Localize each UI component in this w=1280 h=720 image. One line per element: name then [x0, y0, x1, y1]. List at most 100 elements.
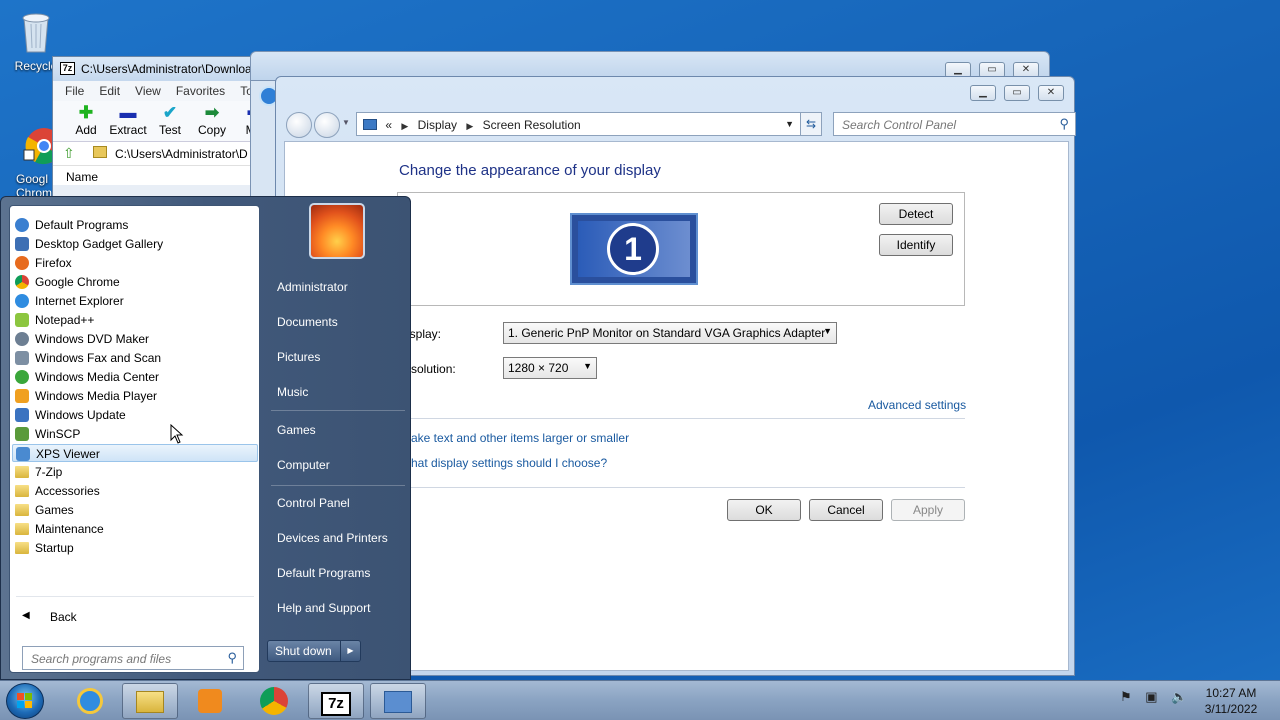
- program-google-chrome[interactable]: Google Chrome: [12, 273, 258, 291]
- default-programs-icon: [15, 218, 29, 232]
- program-label: XPS Viewer: [36, 447, 100, 461]
- test-button[interactable]: ✔ Test: [149, 101, 191, 141]
- control-panel-icon: [363, 119, 377, 130]
- arrow-right-icon: ➡: [204, 103, 220, 122]
- program-label: Desktop Gadget Gallery: [35, 237, 164, 251]
- add-button[interactable]: ✚ Add: [65, 101, 107, 141]
- taskbar-explorer[interactable]: [122, 683, 178, 719]
- apply-button[interactable]: Apply: [891, 499, 965, 521]
- clock-time: 10:27 AM: [1205, 686, 1257, 700]
- breadcrumb-display[interactable]: Display: [418, 118, 457, 132]
- start-item-documents[interactable]: Documents: [277, 315, 338, 329]
- chrome-icon: [23, 128, 62, 165]
- ok-button[interactable]: OK: [727, 499, 801, 521]
- start-item-games[interactable]: Games: [277, 423, 316, 437]
- cp-close-button[interactable]: ✕: [1038, 85, 1064, 101]
- shutdown-options-arrow-icon[interactable]: ▶: [340, 641, 360, 661]
- program-firefox[interactable]: Firefox: [12, 254, 258, 272]
- start-item-administrator[interactable]: Administrator: [277, 280, 348, 294]
- menu-file[interactable]: File: [65, 81, 91, 101]
- program-desktop-gadget-gallery[interactable]: Desktop Gadget Gallery: [12, 235, 258, 253]
- trash-icon: [22, 13, 50, 53]
- folder-icon: [15, 504, 29, 516]
- refresh-button[interactable]: ⇆: [800, 112, 822, 136]
- menu-favorites[interactable]: Favorites: [176, 81, 232, 101]
- program-windows-media-player[interactable]: Windows Media Player: [12, 387, 258, 405]
- folder-maintenance[interactable]: Maintenance: [12, 520, 258, 538]
- folder-icon: [15, 466, 29, 478]
- breadcrumb[interactable]: « ▶ Display ▶ Screen Resolution ▼: [356, 112, 801, 136]
- taskbar-media-player[interactable]: [182, 683, 238, 719]
- identify-button[interactable]: Identify: [879, 234, 953, 256]
- folder-startup[interactable]: Startup: [12, 539, 258, 557]
- start-item-devices-and-printers[interactable]: Devices and Printers: [277, 531, 388, 545]
- program-notepad-plus-plus[interactable]: Notepad++: [12, 311, 258, 329]
- search-icon[interactable]: ⚲: [1059, 116, 1069, 132]
- start-item-control-panel[interactable]: Control Panel: [277, 496, 350, 510]
- start-item-computer[interactable]: Computer: [277, 458, 330, 472]
- extract-button[interactable]: ▬ Extract: [107, 101, 149, 141]
- action-center-flag-icon[interactable]: ⚑: [1120, 689, 1132, 704]
- start-item-default-programs[interactable]: Default Programs: [277, 566, 370, 580]
- program-internet-explorer[interactable]: Internet Explorer: [12, 292, 258, 310]
- folder-label: 7-Zip: [35, 465, 63, 479]
- monitor-number: 1: [607, 223, 659, 275]
- shutdown-button[interactable]: Shut down ▶: [267, 640, 361, 662]
- folder-accessories[interactable]: Accessories: [12, 482, 258, 500]
- chevron-down-icon: ▼: [823, 326, 832, 336]
- program-windows-media-center[interactable]: Windows Media Center: [12, 368, 258, 386]
- back-button[interactable]: ◀ Back: [16, 610, 77, 624]
- display-select[interactable]: 1. Generic PnP Monitor on Standard VGA G…: [503, 322, 837, 344]
- text-size-link[interactable]: ake text and other items larger or small…: [411, 431, 629, 445]
- back-label: Back: [50, 610, 77, 624]
- program-xps-viewer[interactable]: XPS Viewer: [12, 444, 258, 462]
- start-item-pictures[interactable]: Pictures: [277, 350, 320, 364]
- menu-edit[interactable]: Edit: [99, 81, 127, 101]
- forward-nav-button[interactable]: [314, 112, 340, 138]
- breadcrumb-screen-resolution[interactable]: Screen Resolution: [483, 118, 581, 132]
- recent-pages-arrow-icon[interactable]: ▼: [342, 118, 350, 127]
- notepad-plus-plus-icon: [15, 313, 29, 327]
- program-default-programs[interactable]: Default Programs: [12, 216, 258, 234]
- display-settings-help-link[interactable]: hat display settings should I choose?: [411, 456, 607, 470]
- taskbar-chrome[interactable]: [246, 683, 302, 719]
- chevron-down-icon: ▼: [583, 361, 592, 371]
- program-windows-update[interactable]: Windows Update: [12, 406, 258, 424]
- cancel-button[interactable]: Cancel: [809, 499, 883, 521]
- internet-explorer-icon: [77, 688, 103, 714]
- start-item-help-and-support[interactable]: Help and Support: [277, 601, 370, 615]
- network-icon[interactable]: ▣: [1145, 689, 1157, 704]
- cp-search-input[interactable]: Search Control Panel ⚲: [833, 112, 1076, 136]
- breadcrumb-root[interactable]: «: [385, 118, 392, 132]
- advanced-settings-link[interactable]: Advanced settings: [868, 398, 966, 412]
- folder-up-icon[interactable]: ⇧: [63, 145, 75, 162]
- start-button[interactable]: [6, 683, 44, 719]
- start-item-music[interactable]: Music: [277, 385, 308, 399]
- menu-view[interactable]: View: [135, 81, 168, 101]
- cp-maximize-button[interactable]: ▭: [1004, 85, 1030, 101]
- folder-games[interactable]: Games: [12, 501, 258, 519]
- program-winscp[interactable]: WinSCP: [12, 425, 258, 443]
- sevenzip-logo-icon: 7z: [60, 62, 75, 75]
- copy-button[interactable]: ➡ Copy: [191, 101, 233, 141]
- taskbar-internet-explorer[interactable]: [62, 683, 118, 719]
- cp-minimize-button[interactable]: ▁: [970, 85, 996, 101]
- divider: [397, 418, 965, 419]
- taskbar-control-panel[interactable]: [370, 683, 426, 719]
- program-windows-dvd-maker[interactable]: Windows DVD Maker: [12, 330, 258, 348]
- monitor-1-preview[interactable]: 1: [570, 213, 698, 285]
- clock[interactable]: 10:27 AM 3/11/2022: [1196, 685, 1266, 717]
- program-windows-fax-and-scan[interactable]: Windows Fax and Scan: [12, 349, 258, 367]
- divider: [271, 485, 405, 486]
- taskbar-7zip[interactable]: 7z: [308, 683, 364, 719]
- search-icon[interactable]: ⚲: [227, 650, 237, 666]
- breadcrumb-dropdown-icon[interactable]: ▼: [785, 119, 794, 129]
- folder-7zip[interactable]: 7-Zip: [12, 463, 258, 481]
- resolution-select[interactable]: 1280 × 720 ▼: [503, 357, 597, 379]
- program-label: Notepad++: [35, 313, 95, 327]
- back-nav-button[interactable]: [286, 112, 312, 138]
- start-search-input[interactable]: Search programs and files ⚲: [22, 646, 244, 670]
- detect-button[interactable]: Detect: [879, 203, 953, 225]
- volume-icon[interactable]: 🔈: [1171, 689, 1187, 704]
- user-picture[interactable]: [309, 203, 365, 259]
